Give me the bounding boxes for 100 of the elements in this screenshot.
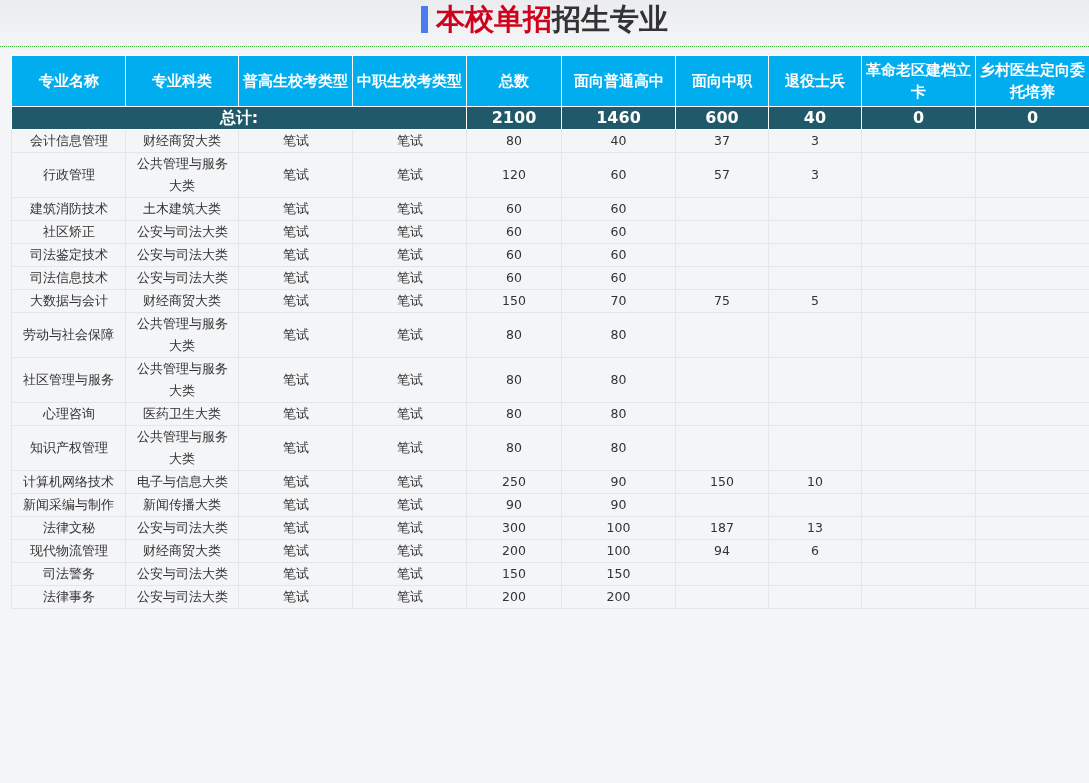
table-cell: 社区管理与服务 [11,357,126,403]
table-cell: 200 [561,585,676,609]
table-cell: 公安与司法大类 [125,220,239,244]
table-cell: 公安与司法大类 [125,266,239,290]
table-cell: 财经商贸大类 [125,289,239,313]
table-cell: 大数据与会计 [11,289,126,313]
column-header: 退役士兵 [768,55,862,107]
table-cell: 笔试 [238,129,353,153]
table-cell: 80 [561,402,676,426]
table-cell: 笔试 [238,516,353,540]
page-title: 本校单招招生专业 [436,2,668,36]
table-cell: 笔试 [352,402,467,426]
table-cell: 计算机网络技术 [11,470,126,494]
total-cell: 0 [975,106,1089,130]
table-cell: 笔试 [352,585,467,609]
table-cell: 笔试 [352,152,467,198]
table-cell: 笔试 [352,220,467,244]
column-header: 总数 [466,55,562,107]
table-cell: 法律文秘 [11,516,126,540]
table-cell: 现代物流管理 [11,539,126,563]
column-header: 面向中职 [675,55,769,107]
table-cell: 电子与信息大类 [125,470,239,494]
column-header: 专业科类 [125,55,239,107]
table-cell: 80 [561,312,676,358]
table-cell: 公安与司法大类 [125,243,239,267]
table-cell: 笔试 [238,562,353,586]
table-cell: 笔试 [352,539,467,563]
table-cell: 公共管理与服务大类 [125,152,239,198]
table-cell: 医药卫生大类 [125,402,239,426]
table-cell: 笔试 [352,357,467,403]
table-cell: 财经商贸大类 [125,129,239,153]
table-cell: 80 [466,312,562,358]
table-cell: 60 [561,197,676,221]
table-cell: 100 [561,516,676,540]
table-cell: 100 [561,539,676,563]
table-cell: 笔试 [352,470,467,494]
table-cell: 笔试 [238,243,353,267]
table-cell: 笔试 [238,402,353,426]
column-header: 中职生校考类型 [352,55,467,107]
table-cell: 笔试 [352,493,467,517]
table-cell: 笔试 [352,425,467,471]
table-cell: 笔试 [352,197,467,221]
column-header: 普高生校考类型 [238,55,353,107]
total-label: 总计: [11,106,467,130]
table-cell: 建筑消防技术 [11,197,126,221]
table-cell: 60 [561,152,676,198]
table-cell: 公安与司法大类 [125,516,239,540]
table-cell: 笔试 [238,312,353,358]
table-cell: 3 [768,152,862,198]
table-cell: 笔试 [352,243,467,267]
table-cell: 60 [561,243,676,267]
table-cell: 90 [561,470,676,494]
title-accent-bar [421,5,428,33]
table-cell: 新闻采编与制作 [11,493,126,517]
table-cell: 笔试 [238,470,353,494]
total-cell: 0 [861,106,976,130]
table-cell: 劳动与社会保障 [11,312,126,358]
table-cell: 笔试 [352,266,467,290]
table-cell: 笔试 [238,357,353,403]
table-cell: 笔试 [238,493,353,517]
table-cell: 120 [466,152,562,198]
table-cell: 公共管理与服务大类 [125,357,239,403]
table-cell: 笔试 [352,562,467,586]
table-cell: 80 [561,425,676,471]
table-cell: 笔试 [238,289,353,313]
table-cell: 40 [561,129,676,153]
column-header: 面向普通高中 [561,55,676,107]
table-cell: 社区矫正 [11,220,126,244]
table-cell: 笔试 [238,425,353,471]
table-cell: 笔试 [238,220,353,244]
table-cell: 新闻传播大类 [125,493,239,517]
table-cell: 知识产权管理 [11,425,126,471]
table-cell: 笔试 [352,312,467,358]
table-cell: 财经商贸大类 [125,539,239,563]
table-cell: 80 [561,357,676,403]
table-cell: 行政管理 [11,152,126,198]
total-cell: 1460 [561,106,676,130]
table-cell: 60 [561,266,676,290]
table-cell: 会计信息管理 [11,129,126,153]
column-header: 革命老区建档立卡 [861,55,976,107]
table-cell: 司法警务 [11,562,126,586]
table-cell: 司法信息技术 [11,266,126,290]
table-cell: 150 [561,562,676,586]
table-cell: 公共管理与服务大类 [125,425,239,471]
table-cell: 57 [675,152,769,198]
table-cell: 公共管理与服务大类 [125,312,239,358]
table-cell: 法律事务 [11,585,126,609]
table-cell: 土木建筑大类 [125,197,239,221]
table-cell: 70 [561,289,676,313]
table-cell: 笔试 [238,197,353,221]
table-cell: 心理咨询 [11,402,126,426]
table-cell: 公安与司法大类 [125,585,239,609]
table-cell: 司法鉴定技术 [11,243,126,267]
table-cell: 笔试 [352,289,467,313]
table-cell: 80 [466,357,562,403]
table-cell: 公安与司法大类 [125,562,239,586]
column-header: 乡村医生定向委托培养 [975,55,1089,107]
table-cell: 笔试 [352,516,467,540]
table-cell: 笔试 [238,585,353,609]
table-cell: 笔试 [238,152,353,198]
